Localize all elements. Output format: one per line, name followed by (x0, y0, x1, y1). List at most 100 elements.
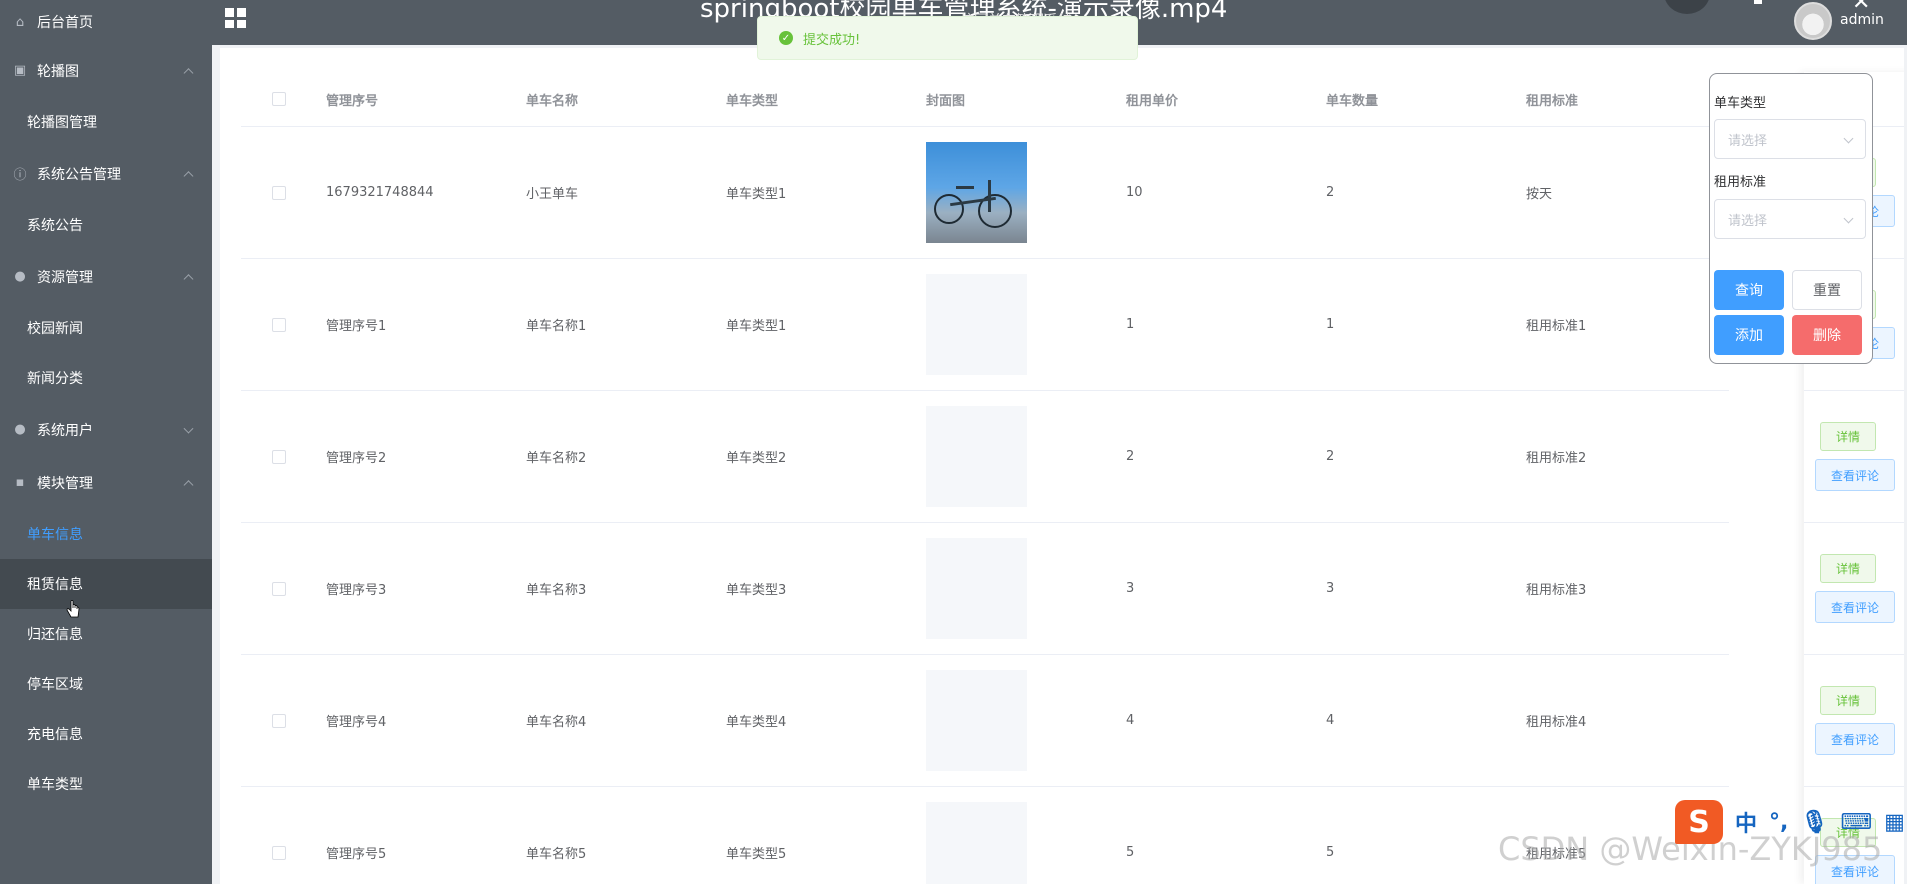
bike-type-select[interactable]: 请选择 (1714, 119, 1866, 159)
sidebar-sub-item-2[interactable]: 轮播图管理 (0, 97, 212, 147)
sidebar-menu-1[interactable]: ▣ 轮播图 (0, 44, 212, 97)
sogou-logo-icon[interactable]: S (1675, 800, 1723, 844)
price-cell: 5 (1126, 845, 1135, 860)
sidebar-sub-item-13[interactable]: 停车区域 (0, 659, 212, 709)
sidebar-sub-label: 新闻分类 (27, 371, 83, 387)
row-select-cell (272, 655, 286, 786)
ime-toolbar[interactable]: S 中 °, 🎙 ⌨ ▦ (1675, 797, 1907, 847)
row-checkbox[interactable] (272, 845, 286, 860)
sidebar-menu-8[interactable]: ● 系统用户 (0, 403, 212, 456)
table-row: 管理序号2 单车名称2 单车类型2 2 2 租用标准2 (241, 391, 1729, 523)
sidebar-sub-label: 校园新闻 (27, 321, 83, 337)
toast-message: 提交成功! (803, 32, 861, 48)
cover-placeholder[interactable] (926, 670, 1027, 771)
id-cell: 管理序号5 (326, 847, 387, 862)
cover-placeholder[interactable] (926, 406, 1027, 507)
cover-placeholder[interactable] (926, 538, 1027, 639)
avatar[interactable] (1794, 2, 1832, 40)
home-icon: ⌂ (15, 14, 25, 30)
sidebar-menu-0[interactable]: ⌂ 后台首页 (0, 0, 212, 44)
row-checkbox[interactable] (272, 185, 286, 200)
sidebar-sub-item-10[interactable]: 单车信息 (0, 509, 212, 559)
cover-cell (926, 655, 1027, 786)
username[interactable]: admin (1840, 12, 1884, 28)
keyboard-icon[interactable]: ⌨ (1840, 810, 1872, 835)
row-select-cell (272, 523, 286, 654)
detail-button[interactable]: 详情 (1820, 686, 1876, 715)
standard-cell: 租用标准2 (1526, 451, 1587, 466)
hand-cursor-icon (66, 600, 80, 618)
type-cell: 单车类型1 (726, 319, 787, 334)
row-checkbox[interactable] (272, 449, 286, 464)
price-cell: 1 (1126, 317, 1135, 332)
cover-cell (926, 787, 1027, 884)
chevron-down-icon (1843, 213, 1854, 224)
sidebar-menu-3[interactable]: ⓘ 系统公告管理 (0, 147, 212, 200)
qty-cell: 2 (1326, 449, 1335, 464)
row-checkbox[interactable] (272, 713, 286, 728)
row-checkbox[interactable] (272, 581, 286, 596)
header-button-icon[interactable] (1664, 0, 1710, 14)
table-row: 管理序号4 单车名称4 单车类型4 4 4 租用标准4 (241, 655, 1729, 787)
table-row: 管理序号1 单车名称1 单车类型1 1 1 租用标准1 (241, 259, 1729, 391)
add-button[interactable]: 添加 (1714, 315, 1784, 355)
detail-button[interactable]: 详情 (1820, 422, 1876, 451)
info-icon: ⓘ (13, 168, 27, 183)
operations-cell: 详情查看评论 (1804, 523, 1904, 655)
name-cell: 单车名称5 (526, 847, 587, 862)
search-panel: 单车类型 请选择 租用标准 请选择 查询 重置 添加 删除 (1709, 73, 1873, 364)
cover-placeholder[interactable] (926, 802, 1027, 884)
rent-standard-label: 租用标准 (1714, 175, 1767, 190)
sidebar-sub-label: 单车信息 (27, 527, 83, 543)
name-cell: 单车名称4 (526, 715, 587, 730)
sidebar-sub-item-4[interactable]: 系统公告 (0, 200, 212, 250)
type-cell: 单车类型4 (726, 715, 787, 730)
price-cell: 2 (1126, 449, 1135, 464)
price-cell: 4 (1126, 713, 1135, 728)
row-checkbox[interactable] (272, 317, 286, 332)
ime-lang[interactable]: 中 (1735, 806, 1757, 838)
view-comments-button[interactable]: 查看评论 (1815, 591, 1895, 623)
sidebar-sub-item-6[interactable]: 校园新闻 (0, 303, 212, 353)
sidebar-menu-5[interactable]: ● 资源管理 (0, 250, 212, 303)
sidebar-menu-9[interactable]: ▪ 模块管理 (0, 456, 212, 509)
chevron-up-icon (183, 67, 194, 78)
sidebar-sub-item-12[interactable]: 归还信息 (0, 609, 212, 659)
punctuation-icon[interactable]: °, (1769, 810, 1788, 835)
microphone-icon[interactable]: 🎙 (1800, 810, 1828, 835)
price-cell: 10 (1126, 185, 1143, 200)
id-cell: 管理序号2 (326, 451, 387, 466)
bike-table: 管理序号 单车名称 单车类型 封面图 租用单价 单车数量 租用标准 167932… (241, 72, 1729, 884)
standard-cell: 租用标准4 (1526, 715, 1587, 730)
sidebar-sub-item-15[interactable]: 单车类型 (0, 759, 212, 809)
sidebar-sub-label: 归还信息 (27, 627, 83, 643)
rent-standard-select[interactable]: 请选择 (1714, 199, 1866, 239)
chevron-down-icon (1843, 133, 1854, 144)
sidebar-sub-item-11[interactable]: 租赁信息 (0, 559, 212, 609)
chevron-up-icon (183, 170, 194, 181)
cover-placeholder[interactable] (926, 274, 1027, 375)
qty-cell: 3 (1326, 581, 1335, 596)
menu-toggle-icon[interactable] (225, 8, 247, 28)
row-select-cell (272, 391, 286, 522)
query-button[interactable]: 查询 (1714, 270, 1784, 310)
view-comments-button[interactable]: 查看评论 (1815, 459, 1895, 491)
sidebar-menu-label: 后台首页 (37, 15, 93, 31)
select-all-checkbox[interactable] (272, 92, 286, 106)
detail-button[interactable]: 详情 (1820, 554, 1876, 583)
header-mark-icon (1754, 0, 1762, 4)
delete-button[interactable]: 删除 (1792, 315, 1862, 355)
sidebar-sub-item-7[interactable]: 新闻分类 (0, 353, 212, 403)
cover-cell (926, 259, 1027, 390)
column-header: 租用单价 (1126, 93, 1179, 109)
id-cell: 管理序号4 (326, 715, 387, 730)
bike-photo[interactable] (926, 142, 1027, 243)
sidebar-sub-item-14[interactable]: 充电信息 (0, 709, 212, 759)
sidebar-menu-label: 系统公告管理 (37, 166, 121, 183)
view-comments-button[interactable]: 查看评论 (1815, 723, 1895, 755)
apps-grid-icon[interactable]: ▦ (1884, 810, 1905, 835)
sidebar-sub-label: 充电信息 (27, 727, 83, 743)
reset-button[interactable]: 重置 (1792, 270, 1862, 310)
cover-cell (926, 391, 1027, 522)
name-cell: 单车名称3 (526, 583, 587, 598)
